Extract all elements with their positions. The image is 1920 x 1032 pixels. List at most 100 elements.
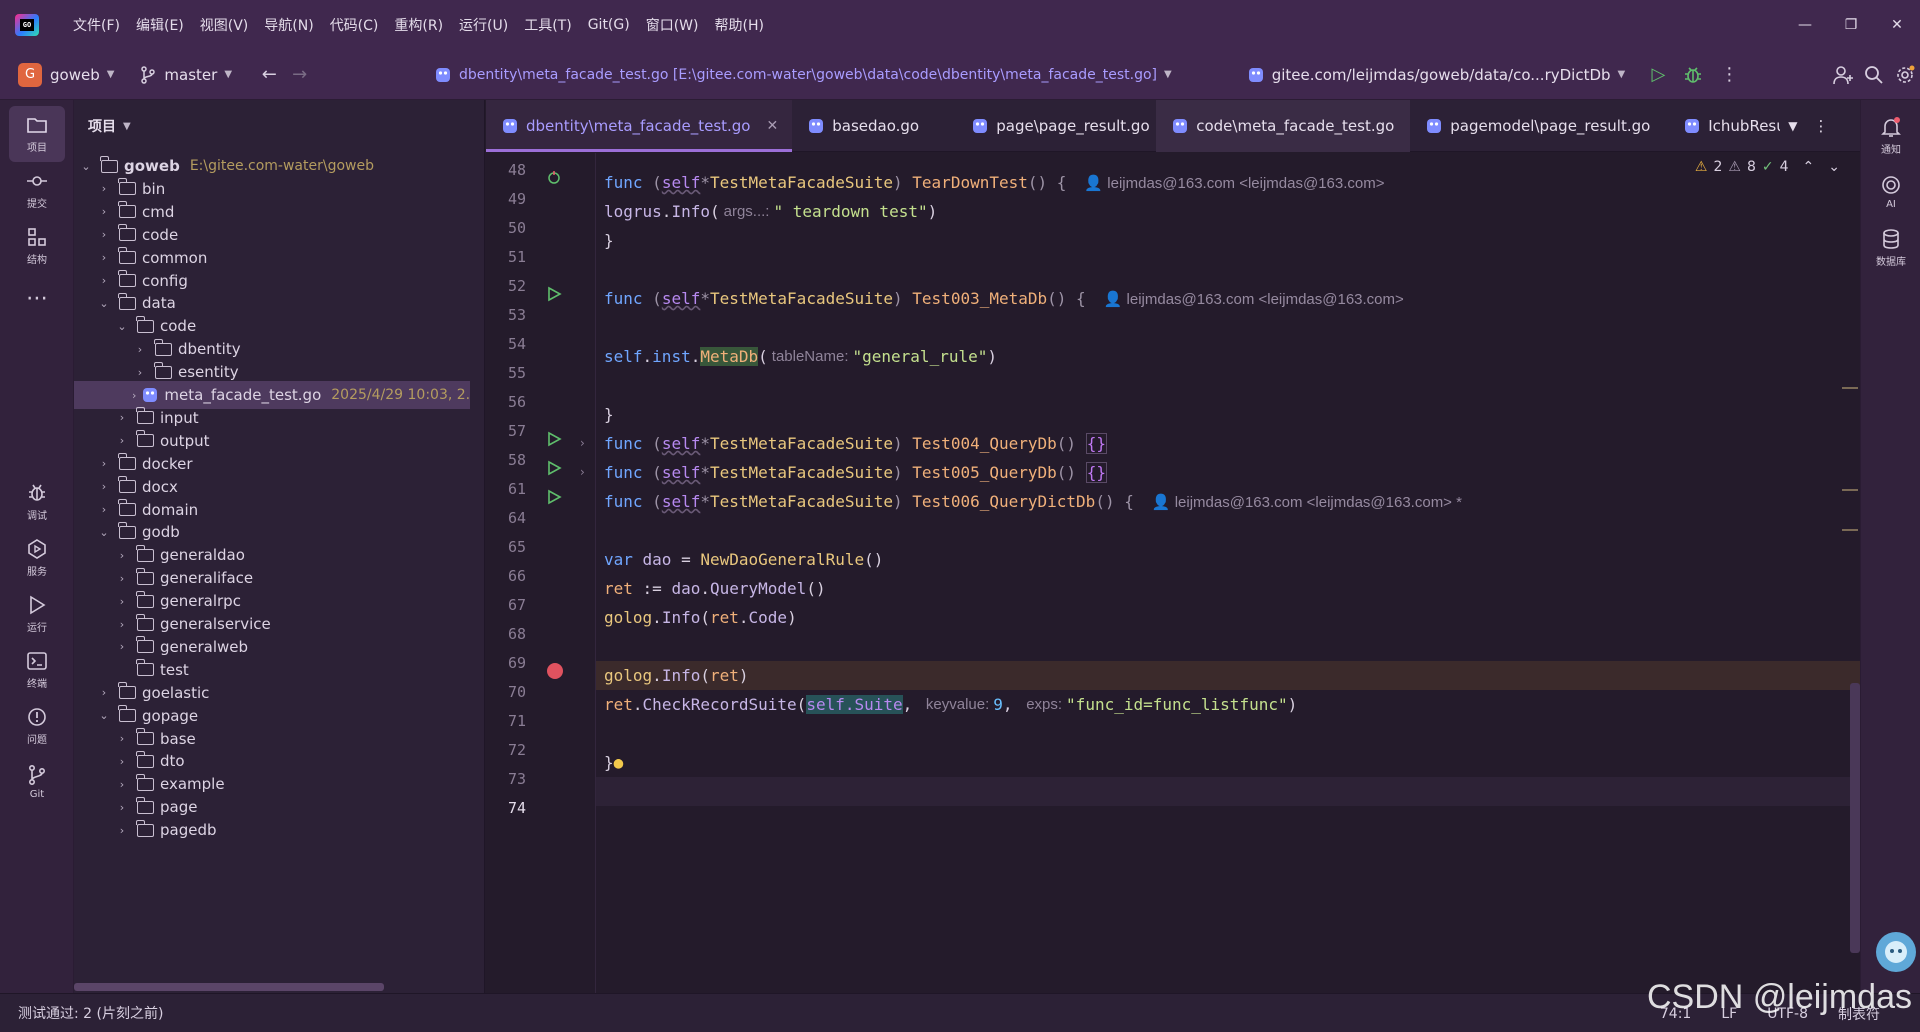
run-config-selector[interactable]: gitee.com/leijmdas/goweb/data/co...ryDic… [1248,66,1625,84]
chevron-right-icon[interactable]: › [114,549,130,562]
project-panel-header[interactable]: 项目 ▼ [74,100,484,152]
lightbulb-icon[interactable]: ● [614,753,624,772]
chevron-right-icon[interactable]: › [114,572,130,585]
run-test-icon[interactable] [546,489,562,505]
project-selector[interactable]: G goweb ▼ [18,62,114,87]
fold-expand-icon[interactable]: › [580,465,585,479]
line-number[interactable]: 70 [486,683,526,701]
line-number[interactable]: 73 [486,770,526,788]
code-area[interactable]: func (self * TestMetaFacadeSuite) TearDow… [596,153,1860,993]
branch-selector[interactable]: master ▼ [140,66,232,84]
chevron-right-icon[interactable]: › [96,251,112,264]
chevron-right-icon[interactable]: › [96,686,112,699]
line-number[interactable]: 72 [486,741,526,759]
chevron-right-icon[interactable]: › [114,824,130,837]
chevron-right-icon[interactable]: › [114,732,130,745]
project-tool-button[interactable]: 项目 [9,106,65,162]
tab-code-meta-facade-test[interactable]: code\meta_facade_test.go [1156,100,1411,152]
menu-tools[interactable]: 工具(T) [516,15,579,35]
structure-tool-button[interactable]: 结构 [9,218,65,274]
line-number[interactable]: 48 [486,161,526,179]
line-number[interactable]: 57 [486,422,526,440]
menu-navigate[interactable]: 导航(N) [256,15,321,35]
chevron-down-icon[interactable]: ⌄ [96,709,112,722]
editor-scrollbar[interactable] [1850,683,1860,953]
tab-page-result[interactable]: page\page_result.go [956,100,1156,152]
chevron-right-icon[interactable]: › [132,389,136,402]
chevron-right-icon[interactable]: › [96,205,112,218]
tab-pagemodel-page-result[interactable]: pagemodel\page_result.go [1410,100,1668,152]
current-file-path[interactable]: dbentity\meta_facade_test.go [E:\gitee.c… [435,67,1172,83]
menu-view[interactable]: 视图(V) [192,15,257,35]
chevron-down-icon[interactable]: ⌄ [96,297,112,310]
run-test-icon[interactable] [546,460,562,476]
chevron-right-icon[interactable]: › [114,595,130,608]
menu-window[interactable]: 窗口(W) [638,15,707,35]
tab-ichubresult[interactable]: IchubResu [1668,100,1780,152]
implements-icon[interactable] [546,170,562,186]
previous-highlight-icon[interactable]: ⌃ [1803,159,1815,175]
chevron-right-icon[interactable]: › [96,228,112,241]
assistant-avatar-icon[interactable] [1876,932,1916,972]
inspection-widget[interactable]: ⚠ 2 ⚠ 8 ✓ 4 ⌃ ⌄ [1695,159,1840,175]
chevron-right-icon[interactable]: › [114,778,130,791]
more-actions-icon[interactable]: ⋮ [1714,58,1744,92]
code-editor[interactable]: 48 49 50 51 52 53 54 55 56 57 58 61 64 65 66 67 68 69 70 71… [486,153,1860,993]
line-number[interactable]: 71 [486,712,526,730]
ai-assistant-button[interactable]: AI [1863,164,1919,220]
chevron-right-icon[interactable]: › [114,801,130,814]
line-number[interactable]: 56 [486,393,526,411]
line-number[interactable]: 58 [486,451,526,469]
line-number[interactable]: 64 [486,509,526,527]
forward-arrow-icon[interactable]: → [284,58,314,92]
tabs-overflow-chevron-icon[interactable]: ▼ [1780,100,1805,152]
line-number[interactable]: 50 [486,219,526,237]
line-number[interactable]: 61 [486,480,526,498]
run-test-icon[interactable] [546,431,562,447]
line-number[interactable]: 69 [486,654,526,672]
line-number[interactable]: 67 [486,596,526,614]
commit-tool-button[interactable]: 提交 [9,162,65,218]
run-icon[interactable]: ▷ [1643,58,1673,92]
tab-basedao[interactable]: basedao.go [792,100,956,152]
database-button[interactable]: 数据库 [1863,220,1919,276]
chevron-right-icon[interactable]: › [96,182,112,195]
chevron-right-icon[interactable]: › [114,755,130,768]
run-test-icon[interactable] [546,286,562,302]
chevron-right-icon[interactable]: › [114,640,130,653]
chevron-right-icon[interactable]: › [96,503,112,516]
close-icon[interactable]: ✕ [1874,0,1920,50]
chevron-right-icon[interactable]: › [114,618,130,631]
chevron-right-icon[interactable]: › [96,457,112,470]
test-status-text[interactable]: 测试通过: 2 (片刻之前) [18,1003,163,1023]
breakpoint-icon[interactable] [546,662,563,679]
menu-code[interactable]: 代码(C) [322,15,387,35]
line-number[interactable]: 65 [486,538,526,556]
menu-edit[interactable]: 编辑(E) [128,15,192,35]
run-tool-button[interactable]: 运行 [9,586,65,642]
tab-dbentity-meta-facade-test[interactable]: dbentity\meta_facade_test.go ✕ [486,100,793,152]
services-tool-button[interactable]: 服务 [9,530,65,586]
line-number[interactable]: 51 [486,248,526,266]
settings-gear-icon[interactable] [1890,58,1920,92]
menu-refactor[interactable]: 重构(R) [386,15,451,35]
chevron-right-icon[interactable]: › [114,411,130,424]
chevron-right-icon[interactable]: › [96,480,112,493]
tree-horizontal-scrollbar[interactable] [74,983,384,991]
line-number[interactable]: 68 [486,625,526,643]
menu-run[interactable]: 运行(U) [451,15,516,35]
tabs-more-icon[interactable]: ⋮ [1805,100,1836,152]
debug-tool-button[interactable]: 调试 [9,474,65,530]
terminal-tool-button[interactable]: 终端 [9,642,65,698]
search-icon[interactable] [1859,58,1889,92]
line-number[interactable]: 66 [486,567,526,585]
back-arrow-icon[interactable]: ← [254,58,284,92]
chevron-right-icon[interactable]: › [96,274,112,287]
debug-icon[interactable] [1678,58,1708,92]
menu-git[interactable]: Git(G) [580,17,638,33]
line-number[interactable]: 53 [486,306,526,324]
chevron-down-icon[interactable]: ⌄ [114,320,130,333]
chevron-down-icon[interactable]: ⌄ [96,526,112,539]
chevron-right-icon[interactable]: › [132,366,148,379]
line-number[interactable]: 55 [486,364,526,382]
